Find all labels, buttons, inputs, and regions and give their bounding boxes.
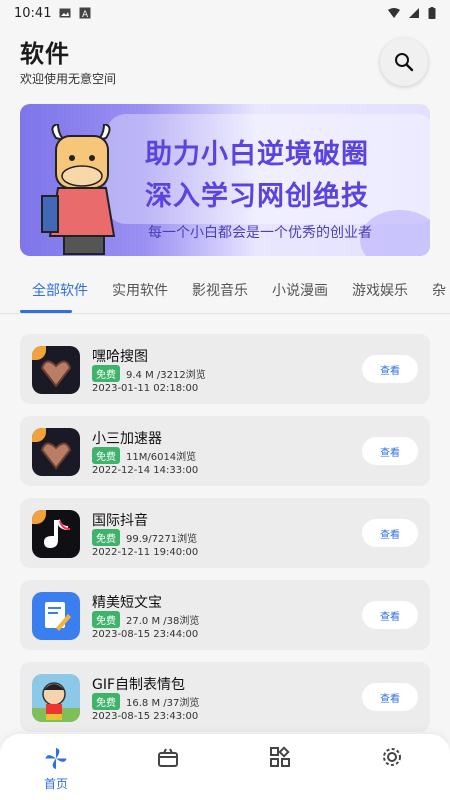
app-icon-heart-hands xyxy=(32,346,80,394)
app-icon-heart-hands xyxy=(32,428,80,476)
app-date: 2022-12-11 19:40:00 xyxy=(92,547,199,558)
pinwheel-icon xyxy=(45,747,67,770)
app-date: 2023-08-15 23:44:00 xyxy=(92,629,199,640)
status-time: 10:41 xyxy=(14,5,52,21)
active-tab-indicator xyxy=(20,310,72,313)
app-name: 精美短文宝 xyxy=(92,595,162,611)
tab-video-music[interactable]: 影视音乐 xyxy=(192,280,248,300)
battery-icon xyxy=(428,7,436,19)
free-badge: 免费 xyxy=(92,611,120,628)
view-button[interactable]: 查看 xyxy=(362,601,418,629)
tab-all-software[interactable]: 全部软件 xyxy=(32,280,88,300)
view-button[interactable]: 查看 xyxy=(362,683,418,711)
list-item[interactable]: 小三加速器 免费 11M/6014浏览 2022-12-14 14:33:00 查… xyxy=(20,416,430,486)
tab-games[interactable]: 游戏娱乐 xyxy=(352,280,408,300)
nav-apps[interactable] xyxy=(250,746,310,792)
gear-icon xyxy=(383,748,401,766)
page-header: 软件 欢迎使用无意空间 xyxy=(0,26,450,96)
bull-mascot-illustration xyxy=(41,124,116,255)
wifi-icon xyxy=(388,8,400,18)
tab-novel-comic[interactable]: 小说漫画 xyxy=(272,280,328,300)
signal-icon xyxy=(409,8,419,18)
app-size-views: 11M/6014浏览 xyxy=(126,452,197,463)
list-item[interactable]: 嘿哈搜图 免费 9.4 M /3212浏览 2023-01-11 02:18:00… xyxy=(20,334,430,404)
app-date: 2022-12-14 14:33:00 xyxy=(92,465,199,476)
search-button[interactable] xyxy=(380,38,428,86)
app-size-views: 9.4 M /3212浏览 xyxy=(126,370,206,381)
nav-gift[interactable] xyxy=(138,746,198,792)
app-size-views: 27.0 M /38浏览 xyxy=(126,616,200,627)
status-bar: 10:41 A xyxy=(0,0,450,26)
app-icon-music-note xyxy=(32,510,80,558)
app-name: GIF自制表情包 xyxy=(92,677,186,693)
svg-text:A: A xyxy=(82,10,89,19)
app-icon-note-edit xyxy=(32,592,80,640)
page-title: 软件 xyxy=(20,40,70,68)
tab-misc[interactable]: 杂 xyxy=(432,280,446,300)
view-button[interactable]: 查看 xyxy=(362,355,418,383)
view-button[interactable]: 查看 xyxy=(362,519,418,547)
app-size-views: 16.8 M /37浏览 xyxy=(126,698,200,709)
banner-tagline: 每一个小白都会是一个优秀的创业者 xyxy=(148,225,372,241)
gift-box-icon xyxy=(158,748,178,767)
app-icon-cartoon-boy xyxy=(32,674,80,722)
free-badge: 免费 xyxy=(92,529,120,546)
search-icon xyxy=(395,53,414,72)
list-item[interactable]: 国际抖音 免费 99.9/7271浏览 2022-12-11 19:40:00 查… xyxy=(20,498,430,568)
app-date: 2023-01-11 02:18:00 xyxy=(92,383,199,394)
gallery-icon xyxy=(59,8,71,18)
free-badge: 免费 xyxy=(92,365,120,382)
tab-utility[interactable]: 实用软件 xyxy=(112,280,168,300)
app-name: 小三加速器 xyxy=(92,431,162,447)
promo-banner[interactable]: 助力小白逆境破圈 深入学习网创绝技 每一个小白都会是一个优秀的创业者 xyxy=(20,104,430,256)
app-name: 嘿哈搜图 xyxy=(92,349,148,365)
view-button[interactable]: 查看 xyxy=(362,437,418,465)
app-date: 2023-08-15 23:43:00 xyxy=(92,711,199,722)
app-size-views: 99.9/7271浏览 xyxy=(126,534,198,545)
nav-settings[interactable] xyxy=(362,746,422,792)
list-item[interactable]: GIF自制表情包 免费 16.8 M /37浏览 2023-08-15 23:43… xyxy=(20,662,430,732)
bottom-navigation: 首页 xyxy=(0,734,450,800)
free-badge: 免费 xyxy=(92,447,120,464)
category-tabs: 全部软件 实用软件 影视音乐 小说漫画 游戏娱乐 杂 xyxy=(0,272,450,314)
free-badge: 免费 xyxy=(92,693,120,710)
banner-headline-2: 深入学习网创绝技 xyxy=(145,181,369,212)
font-icon: A xyxy=(79,7,91,19)
list-item[interactable]: 精美短文宝 免费 27.0 M /38浏览 2023-08-15 23:44:00… xyxy=(20,580,430,650)
page-subtitle: 欢迎使用无意空间 xyxy=(20,72,117,86)
app-name: 国际抖音 xyxy=(92,513,148,529)
banner-headline-1: 助力小白逆境破圈 xyxy=(145,139,369,170)
nav-home-label: 首页 xyxy=(43,777,68,791)
nav-home[interactable]: 首页 xyxy=(26,746,86,792)
apps-grid-icon xyxy=(270,746,290,767)
